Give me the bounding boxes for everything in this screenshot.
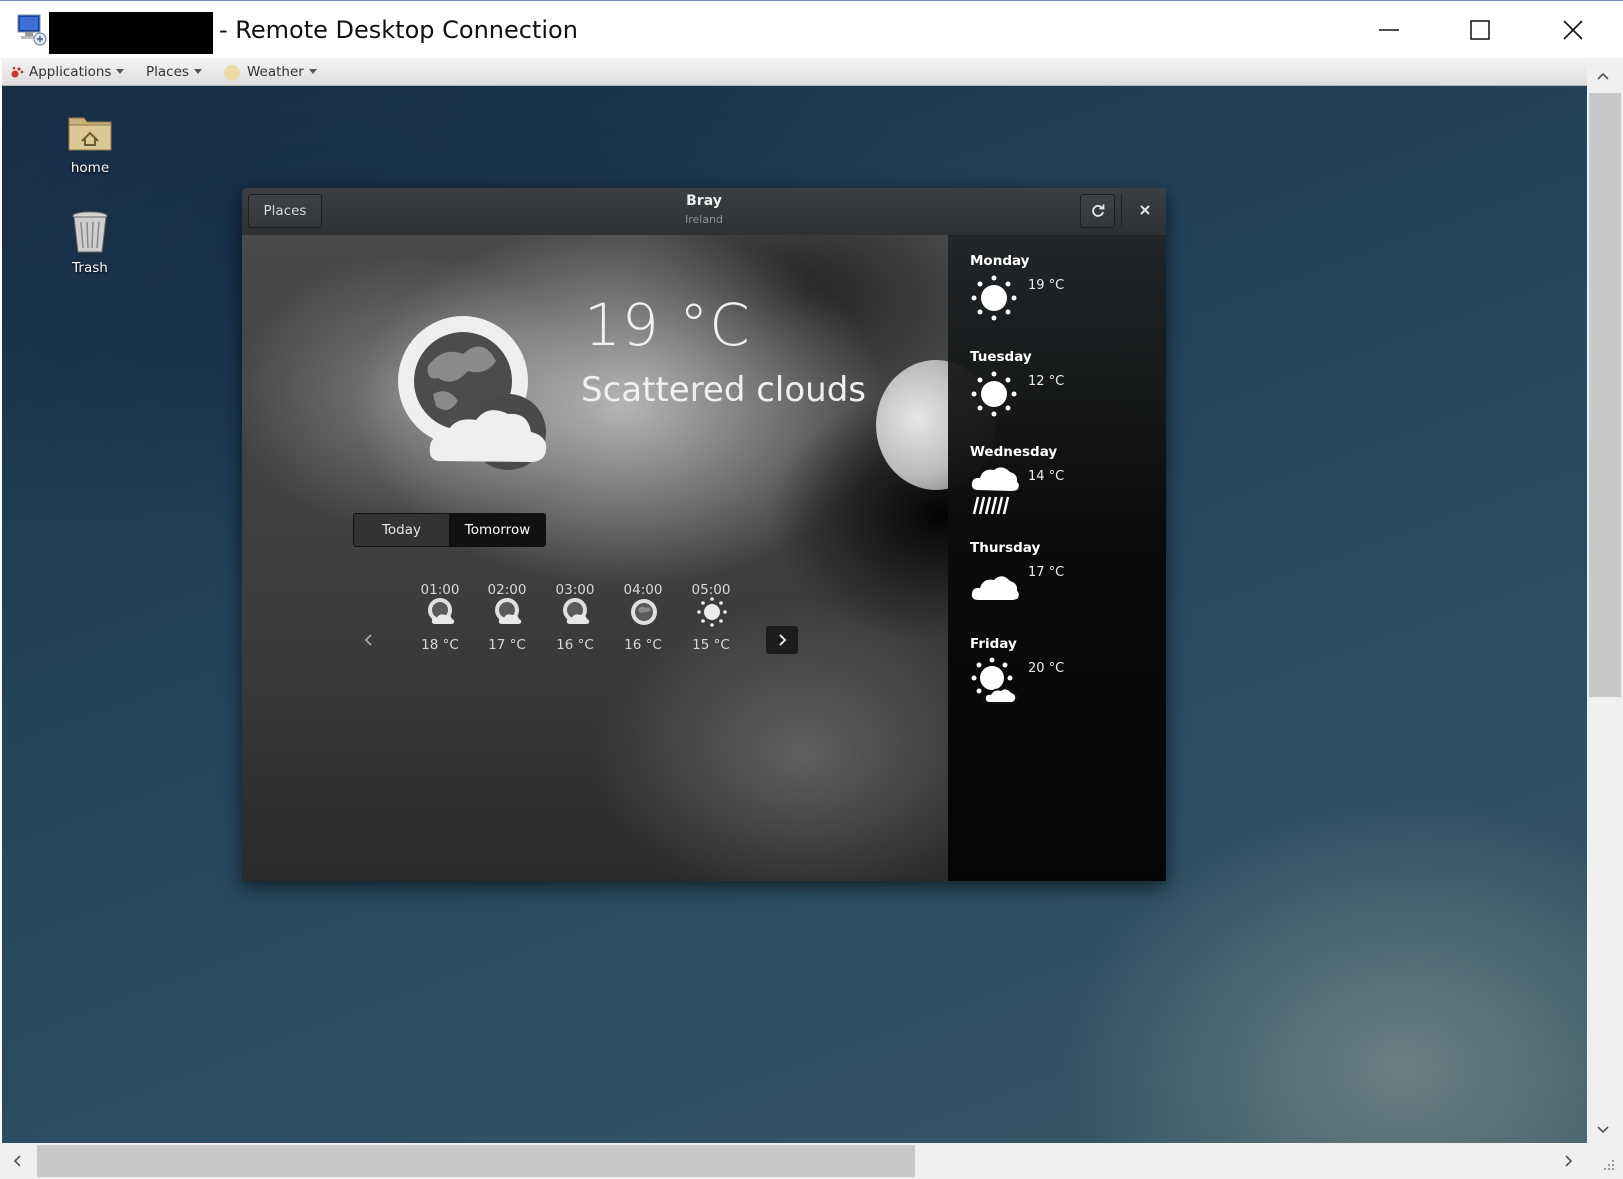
night-clouds-icon (495, 598, 522, 624)
desktop-icon-label: Trash (72, 260, 108, 276)
weather-menu-label: Weather (247, 63, 304, 80)
night-clouds-large-icon (398, 316, 547, 470)
hourly-prev-button[interactable] (353, 626, 385, 654)
current-temperature: 19 °C (584, 291, 751, 359)
scroll-left-arrow[interactable] (12, 1153, 22, 1172)
remote-desktop-icon (16, 13, 48, 47)
refresh-icon (1091, 204, 1104, 217)
gnome-foot-icon (11, 66, 24, 77)
close-icon (1563, 20, 1583, 40)
scroll-right-arrow[interactable] (1564, 1153, 1574, 1172)
weather-app-menu[interactable]: Weather (222, 58, 317, 85)
chevron-down-icon (308, 69, 317, 74)
chevron-down-icon (116, 69, 125, 74)
close-icon (1140, 205, 1150, 215)
trash-icon (72, 211, 108, 253)
places-label: Places (146, 63, 189, 80)
moon-icon (631, 599, 657, 625)
chevron-down-icon (193, 69, 202, 74)
desktop-icon-trash[interactable]: Trash (45, 208, 135, 276)
rdp-titlebar: - Remote Desktop Connection (0, 0, 1623, 58)
maximize-icon (1470, 20, 1490, 40)
weather-app-icon (224, 64, 240, 81)
applications-menu[interactable]: Applications (10, 58, 125, 85)
minimize-icon (1379, 29, 1399, 31)
sun-cloud-icon (971, 657, 1019, 704)
forecast-day-name: Monday (970, 253, 1030, 269)
home-folder-icon (68, 117, 112, 151)
hourly-next-button[interactable] (766, 626, 798, 654)
resize-grip-icon[interactable] (1600, 1157, 1616, 1177)
chevron-left-icon (364, 634, 372, 646)
chevron-down-icon (1597, 1126, 1609, 1134)
weather-header-bar: Places Bray Ireland (242, 188, 1166, 236)
hour-temp: 15 °C (692, 637, 730, 653)
places-menu[interactable]: Places (146, 58, 202, 85)
chevron-up-icon (1597, 72, 1609, 80)
scroll-up-arrow[interactable] (1596, 66, 1610, 85)
chevron-right-icon (779, 634, 787, 646)
forecast-day-temp: 12 °C (1028, 374, 1065, 389)
cloud-icon (971, 576, 1019, 600)
forecast-day-name: Thursday (970, 540, 1041, 556)
forecast-day-temp: 17 °C (1028, 565, 1065, 580)
vertical-scroll-thumb[interactable] (1589, 93, 1621, 697)
applications-label: Applications (29, 63, 112, 80)
tab-today[interactable]: Today (353, 513, 450, 547)
top-panel: Applications Places Weather (2, 58, 1587, 86)
horizontal-scroll-thumb[interactable] (37, 1145, 915, 1177)
night-clouds-icon (428, 598, 455, 624)
weather-window: Places Bray Ireland 19 °C Scattered clou… (242, 188, 1166, 881)
forecast-day-temp: 19 °C (1028, 278, 1065, 293)
desktop-icon-home[interactable]: home (45, 108, 135, 176)
sun-icon (697, 597, 727, 627)
hour-temp: 16 °C (556, 637, 594, 653)
redacted-hostname (49, 12, 213, 54)
sun-icon (971, 371, 1017, 417)
tab-tomorrow[interactable]: Tomorrow (449, 513, 546, 547)
rain-icon (971, 467, 1019, 515)
maximize-button[interactable] (1457, 7, 1503, 53)
country-subtitle: Ireland (684, 213, 724, 226)
desktop-icon-label: home (70, 160, 110, 176)
current-condition: Scattered clouds (581, 370, 867, 410)
forecast-day-temp: 20 °C (1028, 661, 1065, 676)
hour-temp: 17 °C (488, 637, 526, 653)
close-weather-button[interactable] (1125, 190, 1165, 230)
scroll-down-arrow[interactable] (1596, 1120, 1610, 1139)
sun-icon (971, 275, 1017, 321)
minimize-button[interactable] (1366, 7, 1412, 53)
window-title: - Remote Desktop Connection (219, 16, 578, 44)
forecast-sidebar (948, 235, 1166, 881)
close-window-button[interactable] (1550, 7, 1596, 53)
forecast-day-name: Friday (970, 636, 1017, 652)
chevron-right-icon (1565, 1155, 1573, 1167)
forecast-day-temp: 14 °C (1028, 469, 1065, 484)
city-title: Bray (686, 193, 722, 209)
forecast-day-name: Wednesday (970, 444, 1058, 460)
night-clouds-icon (563, 598, 590, 624)
forecast-day-name: Tuesday (970, 349, 1032, 365)
hour-temp: 18 °C (421, 637, 459, 653)
chevron-left-icon (13, 1155, 21, 1167)
refresh-button[interactable] (1080, 194, 1115, 228)
hour-temp: 16 °C (624, 637, 662, 653)
